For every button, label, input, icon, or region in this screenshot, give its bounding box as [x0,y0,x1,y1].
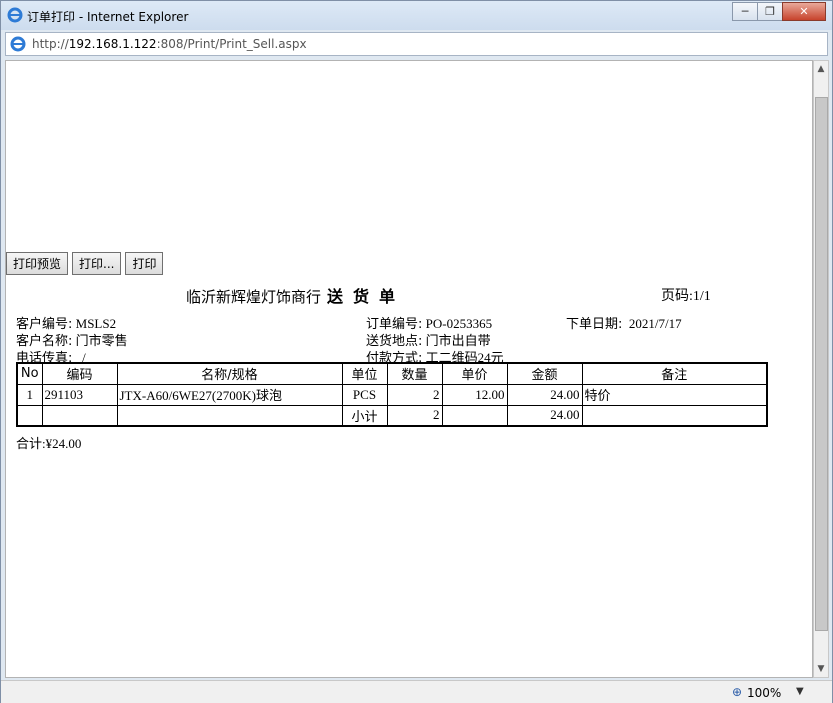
cell-empty [116,404,343,427]
cell-remark: 特价 [581,383,768,406]
page-icon [10,36,26,52]
doc-type: 送 货 单 [327,289,399,306]
cell-name: JTX-A60/6WE27(2700K)球泡 [116,383,343,406]
col-header-no: No [16,362,43,385]
subtotal-label: 小计 [341,404,388,427]
table-row: 1 291103 JTX-A60/6WE27(2700K)球泡 PCS 2 12… [16,383,768,406]
zoom-level[interactable]: 100% [747,686,781,700]
cell-empty [16,404,43,427]
print-button[interactable]: 打印 [125,252,164,275]
print-dialog-button[interactable]: 打印... [72,252,122,275]
table-header-row: No 编码 名称/规格 单位 数量 单价 金额 备注 [16,362,768,385]
address-bar[interactable]: http://192.168.1.122:808/Print/Print_Sel… [5,32,828,56]
url-path: :808/Print/Print_Sell.aspx [156,37,307,51]
url-host: 192.168.1.122 [68,37,157,51]
print-toolbar: 打印预览 打印... 打印 [6,252,167,275]
vertical-scrollbar[interactable]: ▲ ▼ [813,60,829,678]
zoom-icon[interactable]: ⊕ [732,685,742,699]
ie-logo-icon [7,7,23,23]
cell-code: 291103 [41,383,118,406]
customer-name-value: 门市零售 [75,333,128,348]
col-header-amount: 金额 [506,362,583,385]
restore-button[interactable]: ❐ [757,2,783,21]
subtotal-qty: 2 [386,404,443,427]
subtotal-amount: 24.00 [506,404,583,427]
delivery-value: 门市出自带 [425,333,491,348]
url-text: http://192.168.1.122:808/Print/Print_Sel… [32,37,307,51]
order-date: 下单日期: 2021/7/17 [566,313,682,332]
grand-total: 合计:¥24.00 [16,436,82,451]
minimize-button[interactable]: ─ [732,2,758,21]
col-header-remark: 备注 [581,362,768,385]
cell-no: 1 [16,383,43,406]
col-header-qty: 数量 [386,362,443,385]
order-date-value: 2021/7/17 [628,316,682,331]
window-title: 订单打印 - Internet Explorer [27,10,189,24]
scroll-thumb[interactable] [815,97,828,631]
order-no-value: PO-0253365 [425,316,493,331]
scroll-down-icon[interactable]: ▼ [814,661,828,677]
page-content: 打印预览 打印... 打印 临沂新辉煌灯饰商行送 货 单 页码:1/1 客户编号… [5,60,813,678]
cell-qty: 2 [386,383,443,406]
print-preview-button[interactable]: 打印预览 [6,252,69,275]
cell-price: 12.00 [441,383,508,406]
zoom-dropdown-icon[interactable]: ▼ [796,686,804,697]
subtotal-row: 小计 2 24.00 [16,404,768,427]
cell-empty [581,404,768,427]
cell-amount: 24.00 [506,383,583,406]
col-header-name: 名称/规格 [116,362,343,385]
cell-unit: PCS [341,383,388,406]
items-table: No 编码 名称/规格 单位 数量 单价 金额 备注 1 291103 JTX-… [16,362,768,427]
scroll-up-icon[interactable]: ▲ [814,61,828,77]
ie-window: 订单打印 - Internet Explorer ─ ❐ ✕ http://19… [0,0,833,703]
close-button[interactable]: ✕ [782,2,826,21]
status-bar: ⊕ 100% ▼ [1,680,832,703]
cell-empty [441,404,508,427]
url-prefix: http:// [32,37,69,51]
customer-no-value: MSLS2 [75,316,117,331]
page-number: 页码:1/1 [661,289,711,304]
order-date-label: 下单日期: [566,317,623,332]
title-bar[interactable]: 订单打印 - Internet Explorer ─ ❐ ✕ [1,1,832,30]
cell-empty [41,404,118,427]
company-name: 临沂新辉煌灯饰商行 [186,290,322,306]
col-header-unit: 单位 [341,362,388,385]
col-header-price: 单价 [441,362,508,385]
doc-title: 临沂新辉煌灯饰商行送 货 单 [186,283,398,307]
window-controls: ─ ❐ ✕ [732,2,826,22]
col-header-code: 编码 [41,362,118,385]
